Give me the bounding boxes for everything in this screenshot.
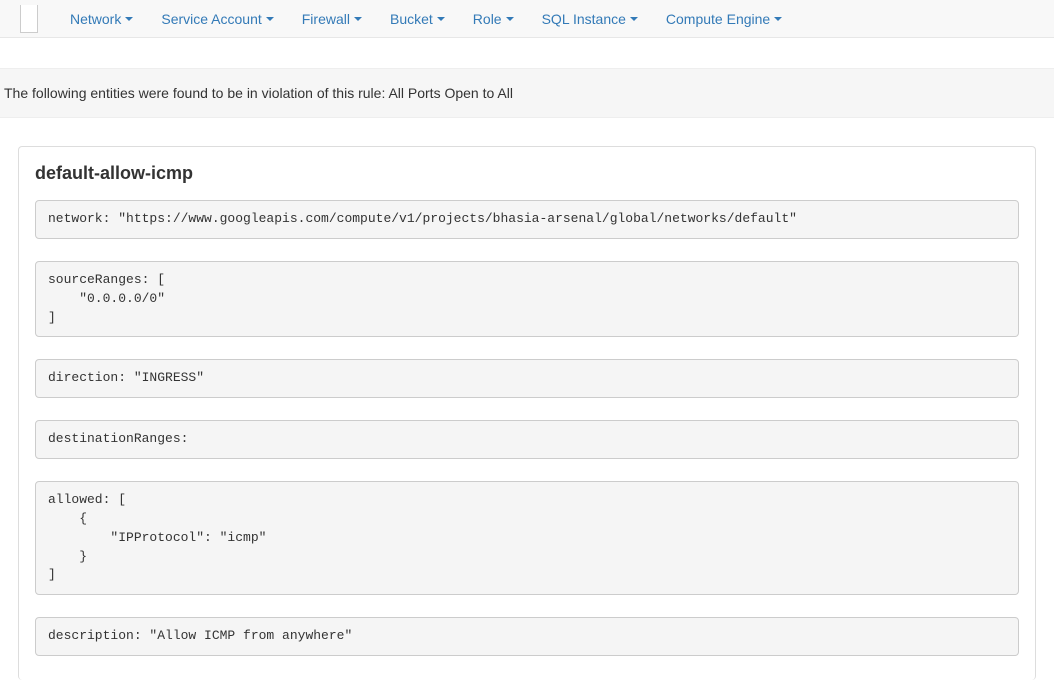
main-content: default-allow-icmp network: "https://www… [0,118,1054,698]
chevron-down-icon [125,17,133,21]
chevron-down-icon [630,17,638,21]
code-description: description: "Allow ICMP from anywhere" [35,617,1019,656]
nav-item-firewall[interactable]: Firewall [288,0,376,37]
top-navbar: Network Service Account Firewall Bucket … [0,0,1054,38]
entity-card: default-allow-icmp network: "https://www… [18,146,1036,680]
nav-label: Compute Engine [666,11,770,27]
violation-alert: The following entities were found to be … [0,68,1054,118]
code-allowed: allowed: [ { "IPProtocol": "icmp" } ] [35,481,1019,595]
chevron-down-icon [437,17,445,21]
nav-item-compute-engine[interactable]: Compute Engine [652,0,796,37]
alert-text: The following entities were found to be … [4,85,513,101]
chevron-down-icon [506,17,514,21]
nav-item-service-account[interactable]: Service Account [147,0,287,37]
nav-label: Firewall [302,11,350,27]
chevron-down-icon [774,17,782,21]
nav-item-sql-instance[interactable]: SQL Instance [528,0,652,37]
nav-label: Role [473,11,502,27]
nav-label: Network [70,11,121,27]
code-destination-ranges: destinationRanges: [35,420,1019,459]
brand-box [20,5,38,33]
code-source-ranges: sourceRanges: [ "0.0.0.0/0" ] [35,261,1019,338]
chevron-down-icon [266,17,274,21]
chevron-down-icon [354,17,362,21]
nav-label: Bucket [390,11,433,27]
nav-item-role[interactable]: Role [459,0,528,37]
nav-label: SQL Instance [542,11,626,27]
code-network: network: "https://www.googleapis.com/com… [35,200,1019,239]
entity-title: default-allow-icmp [35,163,1019,184]
nav-label: Service Account [161,11,261,27]
code-direction: direction: "INGRESS" [35,359,1019,398]
nav-item-network[interactable]: Network [56,0,147,37]
nav-item-bucket[interactable]: Bucket [376,0,459,37]
